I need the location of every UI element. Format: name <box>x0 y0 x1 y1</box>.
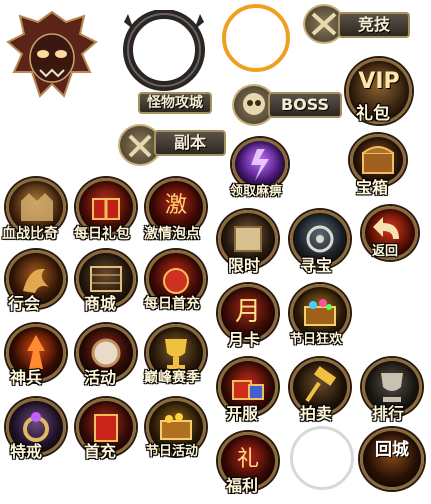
first-recharge-label: 首充 <box>84 442 117 461</box>
auction-label: 拍卖 <box>300 404 333 423</box>
empty-slot-ring <box>290 426 354 490</box>
daily-gift-label: 每日礼包 <box>74 226 130 242</box>
blood-battle-label: 血战比奇 <box>2 226 58 242</box>
treasure-hunt-label: 寻宝 <box>300 256 333 275</box>
passion-bubble-label: 激情泡点 <box>144 226 200 242</box>
selection-ring-icon <box>222 4 290 72</box>
monthly-card-label: 月卡 <box>228 330 261 349</box>
dungeon-text: 副本 <box>173 133 206 152</box>
demon-skull-emblem <box>6 10 98 100</box>
ranking-label: 排行 <box>372 404 405 423</box>
passion-char: 激 <box>164 193 187 218</box>
event-label: 活动 <box>84 368 117 387</box>
daily-first-recharge-label: 每日首充 <box>144 296 200 312</box>
guild-label: 行会 <box>8 294 41 313</box>
server-open-label: 开服 <box>226 404 259 423</box>
monster-siege-label: 怪物攻城 <box>138 92 212 114</box>
holiday-carnival-label: 节日狂欢 <box>290 332 343 347</box>
boss-label[interactable]: BOSS <box>268 92 342 118</box>
boss-text: BOSS <box>280 95 330 114</box>
demon-skull-icon <box>6 10 98 98</box>
vip-text: VIP <box>358 69 400 94</box>
chest-icon <box>362 146 394 174</box>
monthly-char: 月 <box>234 297 261 327</box>
holiday-event-label: 节日活动 <box>146 444 199 459</box>
get-paralysis-icon[interactable] <box>232 138 288 190</box>
treasure-chest-label: 宝箱 <box>356 178 389 197</box>
return-city-text: 回城 <box>375 440 409 460</box>
arena-label[interactable]: 竞技 <box>338 12 410 38</box>
get-paralysis-label: 领取麻痹 <box>230 184 283 199</box>
special-ring-label: 特戒 <box>10 442 43 461</box>
monster-siege-text: 怪物攻城 <box>147 95 203 111</box>
lightning-orb-icon <box>251 149 269 181</box>
monster-siege-ring[interactable] <box>116 9 212 94</box>
orange-ring <box>220 2 292 74</box>
limited-time-label: 限时 <box>228 256 261 275</box>
peak-match-label: 巅峰赛季 <box>144 370 200 386</box>
shop-label: 商城 <box>84 294 117 313</box>
welfare-char: 礼 <box>236 447 259 472</box>
return-city-icon[interactable]: 回城 <box>360 428 424 490</box>
vip-gift-label: 礼包 <box>356 104 390 124</box>
welfare-label: 福利 <box>226 476 259 495</box>
spiked-ring-icon <box>123 9 205 91</box>
arena-text: 竞技 <box>357 15 390 34</box>
back-label: 返回 <box>372 244 399 259</box>
dungeon-label[interactable]: 副本 <box>154 130 226 156</box>
divine-weapon-label: 神兵 <box>10 368 43 387</box>
